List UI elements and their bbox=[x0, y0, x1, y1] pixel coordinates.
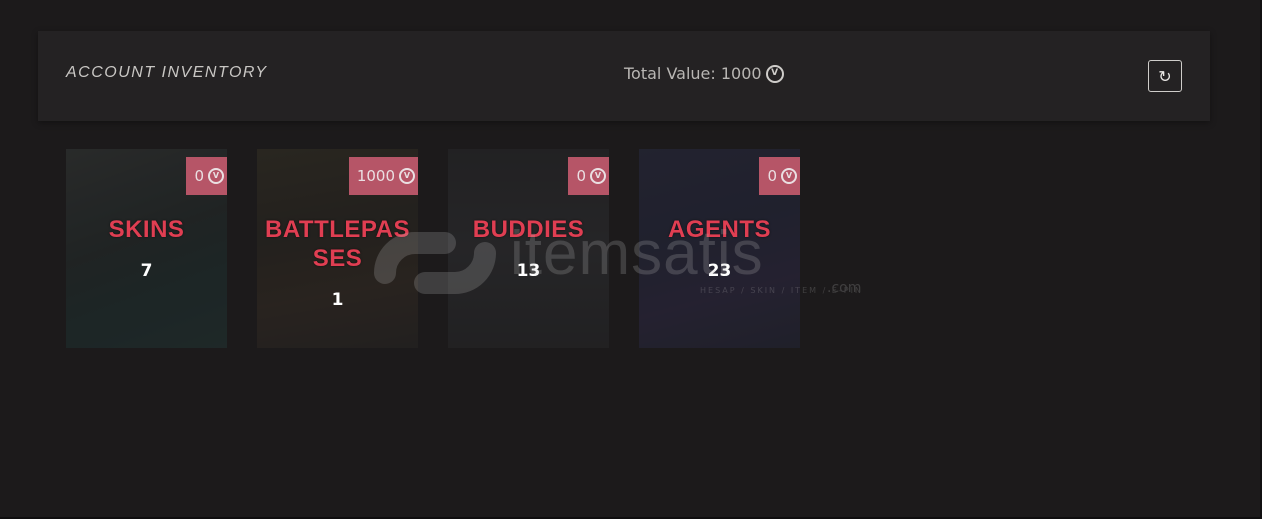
refresh-icon: ↻ bbox=[1158, 66, 1172, 86]
item-count: 23 bbox=[707, 261, 732, 281]
value-badge: 0 V bbox=[568, 157, 609, 195]
category-title: SKINS bbox=[108, 216, 185, 243]
category-card-battlepasses[interactable]: 1000 V BATTLEPASSES 1 bbox=[257, 149, 418, 348]
category-card-buddies[interactable]: 0 V BUDDIES 13 bbox=[448, 149, 609, 348]
watermark-logo: itemsatis HESAP / SKIN / ITEM / E-PIN .c… bbox=[365, 218, 905, 308]
category-title: BATTLEPASSES bbox=[265, 216, 410, 272]
total-value: Total Value: 1000 V bbox=[624, 64, 784, 83]
badge-value: 0 bbox=[194, 167, 204, 185]
total-value-label: Total Value: 1000 bbox=[624, 64, 762, 83]
valorant-points-icon: V bbox=[208, 168, 224, 184]
valorant-points-icon: V bbox=[765, 64, 784, 83]
badge-value: 0 bbox=[576, 167, 586, 185]
valorant-points-icon: V bbox=[399, 168, 415, 184]
value-badge: 1000 V bbox=[348, 157, 418, 195]
category-card-agents[interactable]: 0 V AGENTS 23 bbox=[639, 149, 800, 348]
item-count: 1 bbox=[331, 290, 344, 310]
value-badge: 0 V bbox=[186, 157, 227, 195]
watermark-suffix: .com bbox=[827, 280, 862, 296]
inventory-header: ACCOUNT INVENTORY Total Value: 1000 V ↻ bbox=[38, 31, 1210, 121]
valorant-points-icon: V bbox=[781, 168, 797, 184]
category-title: AGENTS bbox=[667, 216, 771, 243]
value-badge: 0 V bbox=[759, 157, 800, 195]
item-count: 13 bbox=[516, 261, 541, 281]
badge-value: 0 bbox=[767, 167, 777, 185]
page-title: ACCOUNT INVENTORY bbox=[66, 64, 268, 81]
item-count: 7 bbox=[140, 261, 153, 281]
category-title: BUDDIES bbox=[472, 216, 585, 243]
valorant-points-icon: V bbox=[590, 168, 606, 184]
refresh-button[interactable]: ↻ bbox=[1148, 60, 1182, 92]
category-card-skins[interactable]: 0 V SKINS 7 bbox=[66, 149, 227, 348]
badge-value: 1000 bbox=[356, 167, 395, 185]
